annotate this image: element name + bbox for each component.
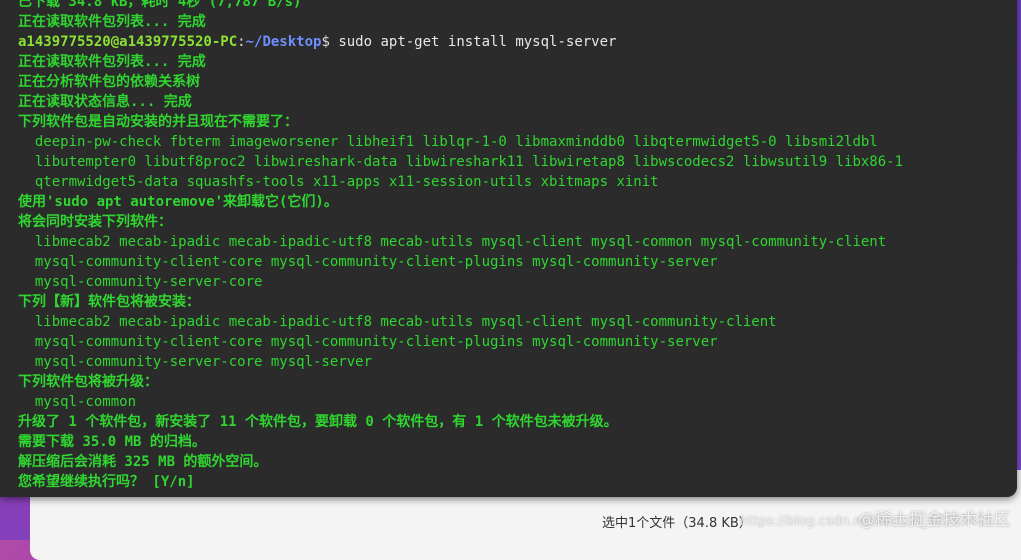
terminal-line: 已下载 34.8 kB，耗时 4秒 (7,787 B/s): [18, 0, 302, 10]
watermark: @稀土掘金技术社区: [858, 510, 1011, 530]
terminal-line: 正在读取软件包列表... 完成: [18, 14, 206, 30]
terminal-line: 升级了 1 个软件包，新安装了 11 个软件包，要卸载 0 个软件包，有 1 个…: [18, 414, 618, 430]
terminal-line: 下列软件包将被升级：: [18, 374, 158, 390]
file-selection-status: 选中1个文件（34.8 KB）: [602, 516, 752, 531]
terminal-line: mysql-community-server-core mysql-server: [18, 354, 373, 370]
terminal-line: 正在读取软件包列表... 完成: [18, 54, 206, 70]
prompt-path: ~/Desktop: [245, 34, 322, 50]
terminal-line: libutempter0 libutf8proc2 libwireshark-d…: [18, 154, 904, 170]
terminal-line: qtermwidget5-data squashfs-tools x11-app…: [18, 174, 659, 190]
terminal-line: mysql-community-client-core mysql-commun…: [18, 254, 718, 270]
terminal-line: mysql-common: [18, 394, 137, 410]
terminal-line: 正在读取状态信息... 完成: [18, 94, 192, 110]
terminal-line: 正在分析软件包的依赖关系树: [18, 74, 200, 90]
terminal-output[interactable]: 已下载 34.8 kB，耗时 4秒 (7,787 B/s) 正在读取软件包列表..…: [18, 0, 1009, 492]
terminal-line: mysql-community-server-core: [18, 274, 263, 290]
terminal-line: 使用'sudo apt autoremove'来卸载它(它们)。: [18, 194, 338, 210]
terminal-prompt-line: a1439775520@a1439775520-PC:~/Desktop$ su…: [18, 32, 1009, 52]
terminal-line: mysql-community-client-core mysql-commun…: [18, 334, 718, 350]
terminal-line: 将会同时安装下列软件：: [18, 214, 172, 230]
prompt-user-host: a1439775520@a1439775520-PC: [18, 34, 238, 50]
terminal-line: deepin-pw-check fbterm imageworsener lib…: [18, 134, 878, 150]
terminal-line: libmecab2 mecab-ipadic mecab-ipadic-utf8…: [18, 314, 777, 330]
prompt-colon: :: [237, 34, 246, 50]
terminal-line: 下列【新】软件包将被安装：: [18, 294, 200, 310]
terminal-line: 您希望继续执行吗？ [Y/n]: [18, 474, 195, 490]
terminal-line: 解压缩后会消耗 325 MB 的额外空间。: [18, 454, 268, 470]
prompt-command: sudo apt-get install mysql-server: [329, 34, 617, 50]
terminal-line: 需要下载 35.0 MB 的归档。: [18, 434, 206, 450]
prompt-symbol: $: [321, 34, 330, 50]
terminal-window[interactable]: 已下载 34.8 kB，耗时 4秒 (7,787 B/s) 正在读取软件包列表..…: [0, 0, 1017, 497]
terminal-line: 下列软件包是自动安装的并且现在不需要了：: [18, 114, 298, 130]
terminal-line: libmecab2 mecab-ipadic mecab-ipadic-utf8…: [18, 234, 887, 250]
